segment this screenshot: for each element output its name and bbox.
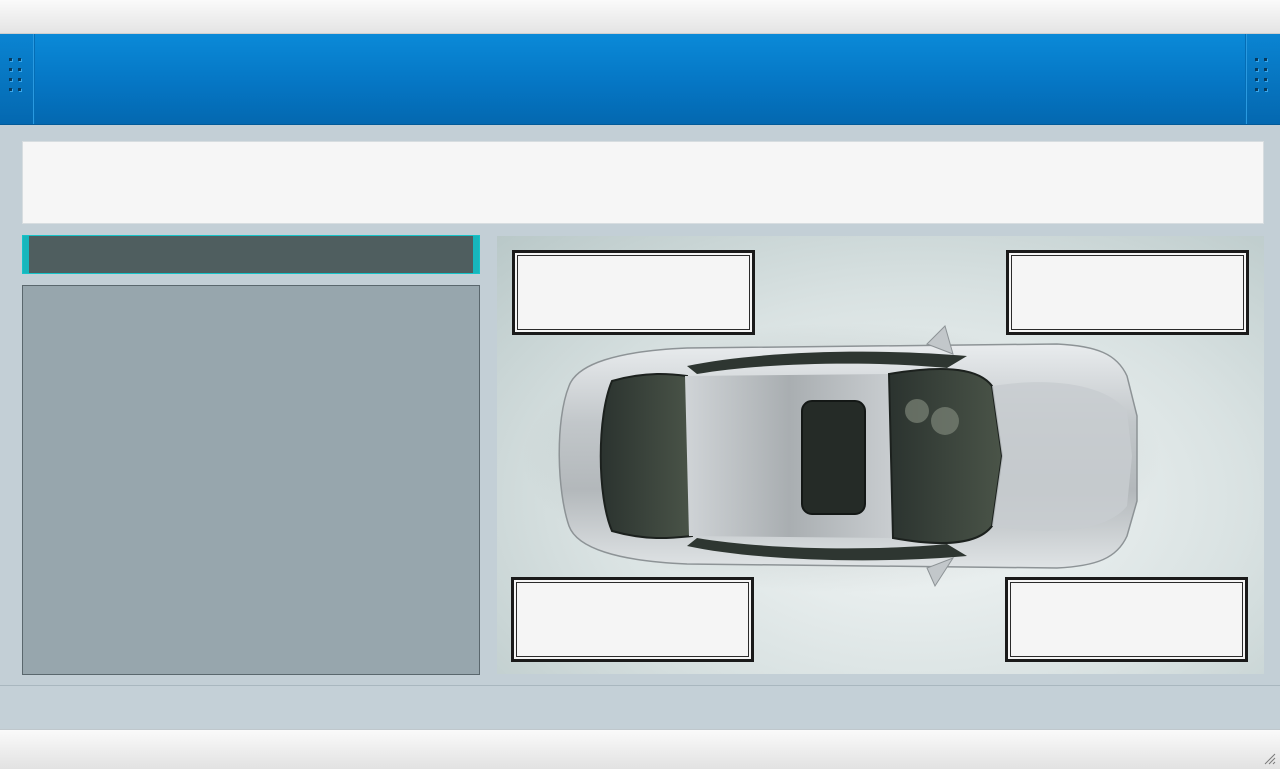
vehicle-selector[interactable] [22,235,480,274]
wheel-box-front-left[interactable] [1006,250,1249,335]
headline-text [23,137,39,164]
resize-grip-icon[interactable] [1262,751,1276,765]
footer-text [0,681,16,708]
status-bar [0,729,1280,769]
right-drag-handle[interactable] [1245,34,1280,124]
footer-bar [0,685,1280,730]
wheel-box-label [1008,575,1024,602]
wheel-box-label [515,248,531,275]
wheel-box-label [514,575,530,602]
wheel-box-rear-right[interactable] [511,577,754,662]
drag-handle-icon [9,58,25,98]
wheel-box-label [1009,248,1025,275]
car-diagram-panel [497,236,1264,674]
app-header [0,34,1280,125]
left-drag-handle[interactable] [0,34,35,124]
drag-handle-icon [1255,58,1271,98]
wheel-box-front-right[interactable] [1005,577,1248,662]
info-text [23,281,39,308]
info-panel [22,285,480,675]
wheel-box-rear-left[interactable] [512,250,755,335]
window-titlebar [0,0,1280,34]
headline-panel [22,141,1264,224]
